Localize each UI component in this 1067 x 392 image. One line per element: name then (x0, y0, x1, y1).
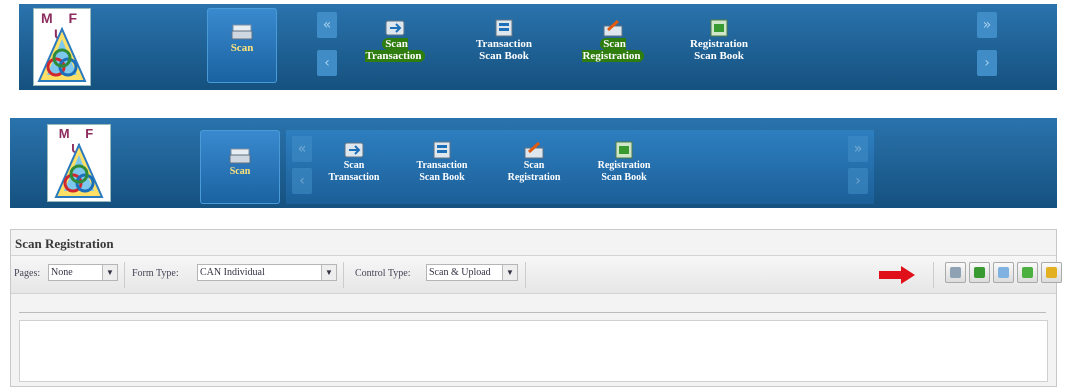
panel-toolbar: Pages: None ▼ Form Type: CAN Individual … (11, 255, 1062, 294)
scanner-icon (229, 148, 251, 164)
nav-label-line1: Registration (689, 38, 749, 50)
nav-label-line1: Transaction (475, 38, 533, 50)
toolbar-divider (343, 262, 344, 288)
pages-label: Pages: (14, 268, 41, 279)
scan-label: Scan (229, 166, 251, 177)
form-type-select-value: CAN Individual (200, 267, 265, 278)
scroll-prev-button[interactable]: ‹ (317, 50, 337, 76)
scan-transaction-icon (344, 142, 364, 158)
nav-label-line1: Scan (523, 160, 545, 171)
scroll-last-button[interactable]: » (977, 12, 997, 38)
nav-label-line2: Scan Book (694, 50, 744, 62)
chevron-down-icon[interactable]: ▼ (321, 265, 336, 280)
nav-label-line2: Scan Book (419, 172, 465, 183)
scroll-last-button[interactable]: » (848, 136, 868, 162)
transaction-book-icon (433, 141, 451, 159)
scroll-prev-button[interactable]: ‹ (292, 168, 312, 194)
nav-scan-registration[interactable]: Scan Registration (567, 18, 659, 62)
pages-select-value: None (51, 267, 73, 278)
nav-transaction-scan-book[interactable]: Transaction Scan Book (454, 18, 554, 62)
nav-label-line2: Transaction (328, 172, 380, 183)
add-button[interactable] (1041, 262, 1062, 283)
mfu-logo: M F U (47, 124, 111, 202)
document-icon (998, 267, 1009, 278)
scan-registration-icon (603, 19, 623, 37)
control-type-select-value: Scan & Upload (429, 267, 491, 278)
nav-label-line1: Scan (343, 160, 365, 171)
upload-button[interactable] (1017, 262, 1038, 283)
scan-nav-button[interactable]: Scan (200, 130, 280, 204)
upload-icon (1022, 267, 1033, 278)
nav-transaction-scan-book[interactable]: Transaction Scan Book (402, 140, 482, 184)
nav-scan-registration[interactable]: Scan Registration (494, 140, 574, 184)
registration-book-icon (615, 141, 633, 159)
toolbar-divider (124, 262, 125, 288)
scan-label: Scan (230, 42, 254, 54)
scan-nav-button[interactable]: Scan (207, 8, 277, 83)
scan-registration-icon (524, 141, 544, 159)
scanner-icon (231, 24, 253, 40)
divider-line (19, 312, 1046, 313)
form-type-select[interactable]: CAN Individual ▼ (197, 264, 337, 281)
scanner-icon (950, 267, 961, 278)
toolbar-divider (525, 262, 526, 288)
nav-label-line1: Scan (385, 38, 408, 50)
nav-scan-transaction[interactable]: Scan Transaction (318, 140, 390, 184)
chevron-down-icon[interactable]: ▼ (102, 265, 117, 280)
scroll-next-button[interactable]: › (977, 50, 997, 76)
scanner-button[interactable] (945, 262, 966, 283)
scan-transaction-icon (385, 20, 405, 36)
refresh-icon (974, 267, 985, 278)
pages-select[interactable]: None ▼ (48, 264, 118, 281)
add-icon (1046, 267, 1057, 278)
panel-title: Scan Registration (15, 236, 114, 251)
nav-label-line2: Scan Book (601, 172, 647, 183)
nav-label-line2: Transaction (365, 50, 422, 62)
second-nav-bar: M F U Scan « ‹ ScanTransaction Transacti… (10, 118, 1057, 208)
form-type-label: Form Type: (132, 268, 179, 279)
nav-scan-transaction[interactable]: Scan Transaction (344, 18, 446, 62)
nav-registration-scan-book[interactable]: Registration Scan Book (582, 140, 666, 184)
control-type-select[interactable]: Scan & Upload ▼ (426, 264, 518, 281)
refresh-button[interactable] (969, 262, 990, 283)
scroll-first-button[interactable]: « (292, 136, 312, 162)
transaction-book-icon (495, 19, 513, 37)
nav-label-line1: Registration (597, 160, 651, 171)
nav-label-line2: Scan Book (479, 50, 529, 62)
nav-label-line2: Registration (507, 172, 561, 183)
logo-graphic-icon (54, 143, 104, 198)
control-type-label: Control Type: (355, 268, 411, 279)
registration-book-icon (710, 19, 728, 37)
nav-label-line2: Registration (582, 50, 641, 62)
scroll-first-button[interactable]: « (317, 12, 337, 38)
mfu-logo: M F U (33, 8, 91, 86)
nav-label-line1: Transaction (416, 160, 468, 171)
scroll-next-button[interactable]: › (848, 168, 868, 194)
red-arrow-icon (879, 266, 915, 284)
toolbar-divider (933, 262, 934, 288)
scan-registration-panel: Scan Registration Pages: None ▼ Form Typ… (10, 229, 1062, 387)
logo-graphic-icon (37, 27, 87, 82)
nav-registration-scan-book[interactable]: Registration Scan Book (669, 18, 769, 62)
document-button[interactable] (993, 262, 1014, 283)
top-nav-bar: M F U Scan « ‹ ScanTransaction Transacti… (19, 4, 1057, 90)
scan-content-area[interactable] (19, 320, 1048, 382)
nav-label-line1: Scan (603, 38, 626, 50)
chevron-down-icon[interactable]: ▼ (502, 265, 517, 280)
